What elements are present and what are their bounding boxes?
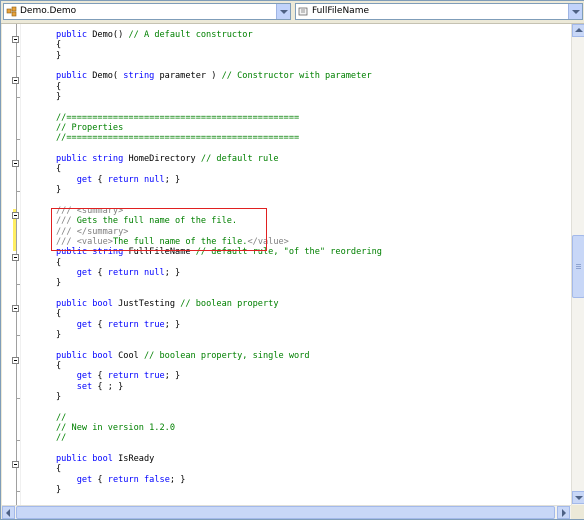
vertical-scroll-thumb[interactable] <box>572 235 584 298</box>
collapse-icon[interactable] <box>12 36 19 43</box>
code-line[interactable]: } <box>56 92 382 102</box>
code-editor[interactable]: public Demo() // A default constructor{}… <box>2 24 571 505</box>
code-line[interactable]: } <box>56 330 382 340</box>
code-line[interactable]: } <box>56 392 382 402</box>
scroll-up-button[interactable] <box>572 24 584 37</box>
chevron-down-icon[interactable] <box>276 4 290 19</box>
code-line[interactable]: { <box>56 82 382 92</box>
chevron-down-icon[interactable] <box>568 4 582 19</box>
code-line[interactable] <box>56 102 382 112</box>
property-icon <box>298 7 308 16</box>
outline-end-tick <box>16 491 20 492</box>
collapse-icon[interactable] <box>12 461 19 468</box>
scroll-left-button[interactable] <box>2 506 15 519</box>
code-line[interactable]: public bool IsReady <box>56 454 382 464</box>
code-line[interactable]: get { return true; } <box>56 320 382 330</box>
outline-end-tick <box>16 398 20 399</box>
collapse-icon[interactable] <box>12 77 19 84</box>
code-line[interactable]: public bool JustTesting // boolean prope… <box>56 299 382 309</box>
outline-end-tick <box>16 440 20 441</box>
code-line[interactable]: public string HomeDirectory // default r… <box>56 154 382 164</box>
scrollbar-corner <box>571 505 584 519</box>
code-line[interactable]: } <box>56 51 382 61</box>
code-line[interactable]: } <box>56 185 382 195</box>
code-line[interactable]: set { ; } <box>56 382 382 392</box>
code-line[interactable]: { <box>56 164 382 174</box>
outlining-margin <box>2 24 21 505</box>
code-line[interactable]: // <box>56 413 382 423</box>
member-dropdown-value: FullFileName <box>312 6 370 16</box>
outline-end-tick <box>16 191 20 192</box>
code-line[interactable]: // <box>56 433 382 443</box>
outline-end-tick <box>16 335 20 336</box>
collapse-icon[interactable] <box>12 212 19 219</box>
code-line[interactable]: public Demo() // A default constructor <box>56 30 382 40</box>
class-dropdown-value: Demo.Demo <box>20 6 77 16</box>
class-icon <box>6 6 17 17</box>
code-line[interactable] <box>56 340 382 350</box>
code-line[interactable]: { <box>56 361 382 371</box>
code-line[interactable]: //======================================… <box>56 113 382 123</box>
code-line[interactable]: get { return null; } <box>56 175 382 185</box>
collapse-icon[interactable] <box>12 254 19 261</box>
code-line[interactable]: get { return null; } <box>56 268 382 278</box>
horizontal-scrollbar[interactable] <box>2 505 571 519</box>
source-code[interactable]: public Demo() // A default constructor{}… <box>56 30 382 495</box>
scroll-down-button[interactable] <box>572 491 584 504</box>
collapse-icon[interactable] <box>12 160 19 167</box>
code-line[interactable]: //======================================… <box>56 133 382 143</box>
code-line[interactable]: public bool Cool // boolean property, si… <box>56 351 382 361</box>
outline-end-tick <box>16 97 20 98</box>
code-line[interactable]: // Properties <box>56 123 382 133</box>
code-line[interactable] <box>56 61 382 71</box>
code-line[interactable]: { <box>56 309 382 319</box>
navigation-bar: Demo.Demo FullFileName <box>1 1 584 24</box>
code-line[interactable]: { <box>56 258 382 268</box>
code-line[interactable]: public Demo( string parameter ) // Const… <box>56 71 382 81</box>
class-dropdown[interactable]: Demo.Demo <box>3 3 291 20</box>
code-line[interactable] <box>56 402 382 412</box>
code-line[interactable]: get { return false; } <box>56 475 382 485</box>
code-line[interactable]: // New in version 1.2.0 <box>56 423 382 433</box>
code-line[interactable] <box>56 289 382 299</box>
code-line[interactable] <box>56 444 382 454</box>
code-line[interactable] <box>56 144 382 154</box>
collapse-icon[interactable] <box>12 357 19 364</box>
scroll-right-button[interactable] <box>557 506 570 519</box>
code-line[interactable]: } <box>56 485 382 495</box>
code-line[interactable]: get { return true; } <box>56 371 382 381</box>
vertical-scrollbar[interactable] <box>571 24 584 505</box>
code-line[interactable] <box>56 196 382 206</box>
code-line[interactable]: } <box>56 278 382 288</box>
code-editor-window: Demo.Demo FullFileName public Demo() // … <box>0 0 584 520</box>
code-line[interactable]: { <box>56 40 382 50</box>
outline-end-tick <box>16 284 20 285</box>
collapse-icon[interactable] <box>12 305 19 312</box>
outline-end-tick <box>16 139 20 140</box>
highlight-box <box>51 208 267 251</box>
member-dropdown[interactable]: FullFileName <box>295 3 583 20</box>
horizontal-scroll-thumb[interactable] <box>16 506 555 519</box>
code-line[interactable]: { <box>56 464 382 474</box>
outline-end-tick <box>16 56 20 57</box>
